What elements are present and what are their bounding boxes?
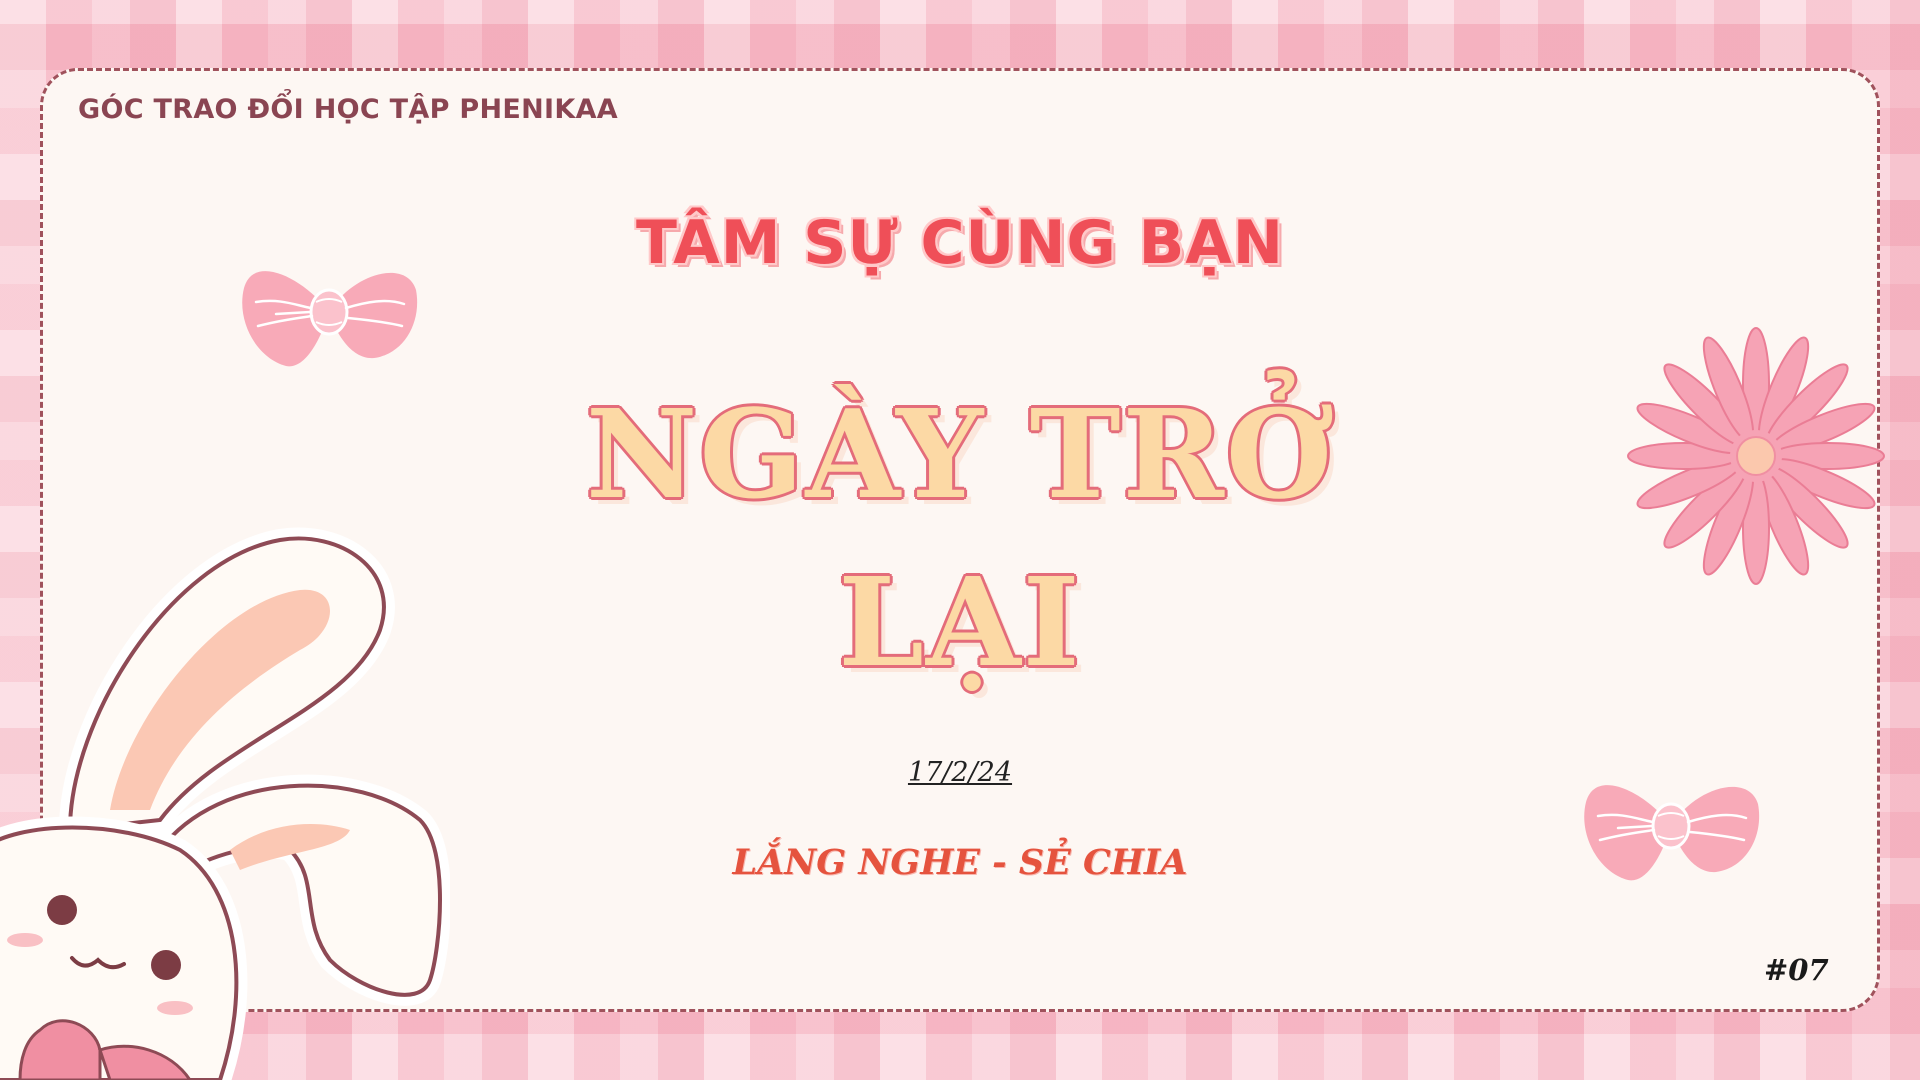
episode-number: #07 <box>1764 953 1829 987</box>
bunny-illustration <box>0 527 450 1080</box>
bow-icon <box>242 271 418 367</box>
bow-icon <box>1584 785 1760 881</box>
flower-icon <box>1627 327 1885 585</box>
brand-label: GÓC TRAO ĐỔI HỌC TẬP PHENIKAA <box>78 94 618 125</box>
